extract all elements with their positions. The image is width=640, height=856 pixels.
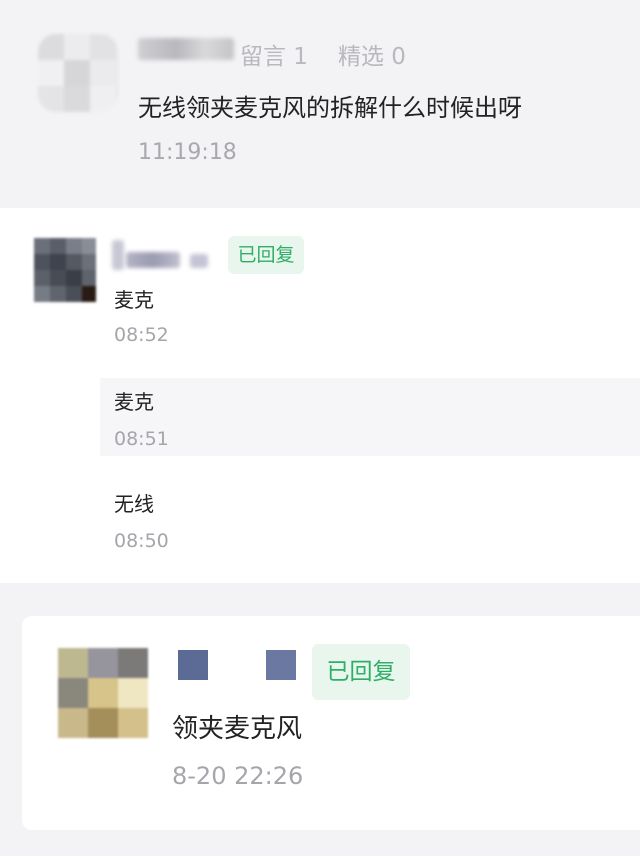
reply-text: 麦克 [114,390,154,414]
avatar[interactable] [58,648,148,738]
replied-badge: 已回复 [228,236,304,274]
username-redacted [138,38,234,60]
featured-count: 精选 0 [338,44,406,70]
username-redacted [126,252,180,268]
replied-badge: 已回复 [312,644,410,700]
reply-time: 08:52 [114,324,169,346]
username-redacted [178,650,208,680]
username-redacted [112,240,124,270]
username-redacted [266,650,296,680]
username-redacted [190,254,208,268]
avatar[interactable] [38,34,118,112]
reply-item: 麦克 08:52 [100,276,640,352]
reply-text: 无线 [114,492,154,516]
comment-text: 无线领夹麦克风的拆解什么时候出呀 [138,94,522,122]
comment-time: 11:19:18 [138,140,237,165]
reply-text: 麦克 [114,288,154,312]
reply-item: 无线 08:50 [100,480,640,556]
reply-item: 麦克 08:51 [100,378,640,456]
comment-time: 8-20 22:26 [172,762,304,790]
avatar[interactable] [34,238,96,302]
comment-count: 留言 1 [240,44,308,70]
comment-text: 领夹麦克风 [172,714,303,744]
reply-time: 08:50 [114,530,169,552]
reply-time: 08:51 [114,428,169,450]
